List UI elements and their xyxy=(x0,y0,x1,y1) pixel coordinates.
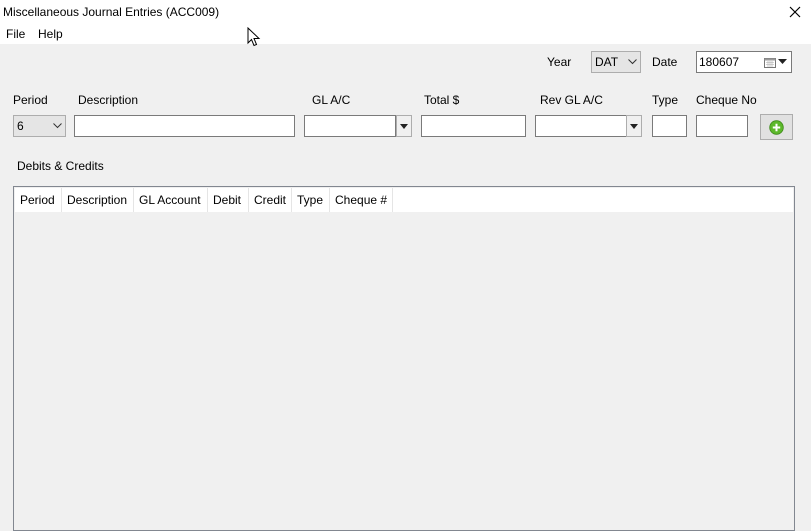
add-entry-button[interactable] xyxy=(760,114,793,140)
mouse-cursor-icon xyxy=(247,27,261,47)
column-header-description[interactable]: Description xyxy=(62,188,134,212)
section-title: Debits & Credits xyxy=(17,159,104,173)
window-title: Miscellaneous Journal Entries (ACC009) xyxy=(3,5,220,19)
column-header-gl-account[interactable]: GL Account xyxy=(134,188,208,212)
period-value: 6 xyxy=(17,119,24,133)
period-select[interactable]: 6 xyxy=(13,115,66,137)
gl-label: GL A/C xyxy=(312,93,351,107)
column-header-debit[interactable]: Debit xyxy=(208,188,249,212)
year-select[interactable]: DAT xyxy=(591,51,641,73)
chevron-down-icon xyxy=(624,59,640,65)
rev-gl-account-dropdown-button[interactable] xyxy=(626,115,642,137)
total-input[interactable] xyxy=(421,115,526,137)
menu-help[interactable]: Help xyxy=(38,27,63,41)
type-label: Type xyxy=(652,93,679,107)
year-label: Year xyxy=(547,55,572,69)
calendar-icon xyxy=(764,57,776,68)
gl-account-dropdown-button[interactable] xyxy=(396,115,412,137)
dropdown-arrow-icon xyxy=(400,123,408,129)
dropdown-arrow-icon xyxy=(778,59,787,64)
rev-gl-label: Rev GL A/C xyxy=(540,93,603,107)
gl-account-input[interactable] xyxy=(304,115,396,137)
cheque-label: Cheque No xyxy=(696,93,757,107)
column-header-cheque[interactable]: Cheque # xyxy=(330,188,393,212)
dropdown-arrow-icon xyxy=(630,123,638,129)
debits-credits-grid[interactable]: Period Description GL Account Debit Cred… xyxy=(13,186,795,531)
cheque-input[interactable] xyxy=(696,115,748,137)
close-icon xyxy=(789,6,801,18)
description-label: Description xyxy=(78,93,139,107)
title-bar: Miscellaneous Journal Entries (ACC009) xyxy=(0,0,811,24)
column-header-period[interactable]: Period xyxy=(15,188,62,212)
chevron-down-icon xyxy=(49,123,65,129)
type-input[interactable] xyxy=(652,115,687,137)
menu-bar: File Help xyxy=(0,24,811,44)
grid-header: Period Description GL Account Debit Cred… xyxy=(15,188,793,212)
column-header-type[interactable]: Type xyxy=(292,188,330,212)
date-picker[interactable]: 180607 xyxy=(696,51,792,73)
column-header-credit[interactable]: Credit xyxy=(249,188,292,212)
menu-file[interactable]: File xyxy=(6,27,25,41)
description-input[interactable] xyxy=(74,115,295,137)
year-value: DAT xyxy=(595,55,619,69)
plus-circle-icon xyxy=(769,119,784,135)
date-value: 180607 xyxy=(699,55,740,69)
rev-gl-account-input[interactable] xyxy=(535,115,627,137)
total-label: Total $ xyxy=(424,93,460,107)
date-label: Date xyxy=(652,55,678,69)
period-label: Period xyxy=(13,93,48,107)
close-button[interactable] xyxy=(785,2,805,22)
